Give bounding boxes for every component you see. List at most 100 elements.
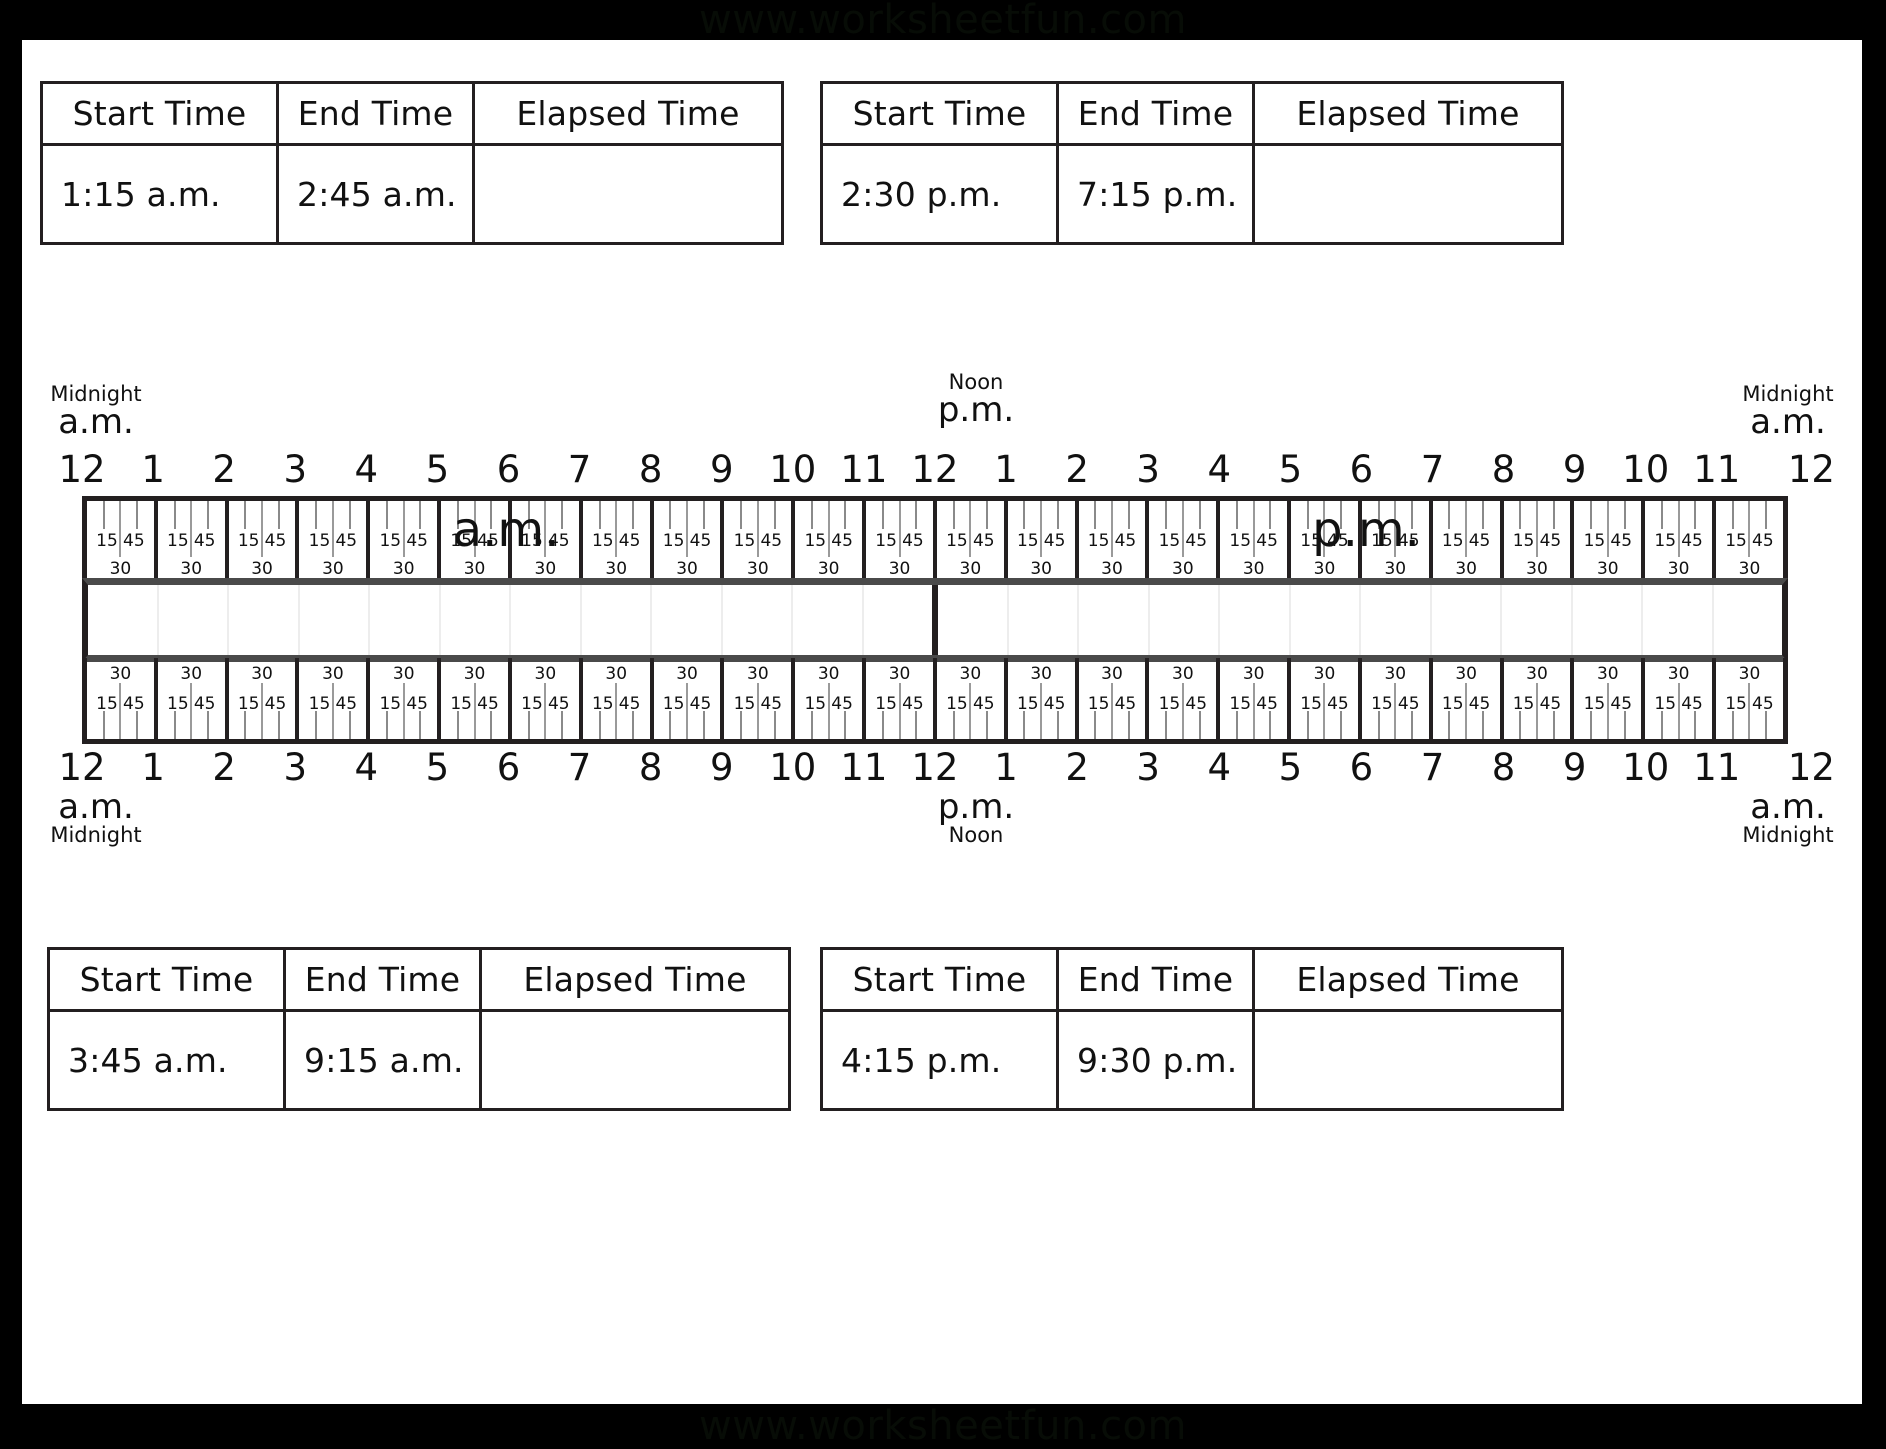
hour-label-text: 8 (638, 448, 663, 491)
minute-label-45: 45 (193, 531, 216, 551)
midband-hour-cell-7 (582, 585, 652, 655)
minute-label-30: 30 (1455, 559, 1477, 579)
quarter-tick-q45 (844, 501, 847, 529)
hour-cell-15: 15 30 45 (1149, 501, 1221, 582)
minute-label-45: 45 (123, 694, 145, 714)
hour-label-text: 1 (141, 448, 165, 491)
quarter-tick-q45 (419, 711, 422, 739)
hour-cell-11: 15 30 45 (866, 658, 937, 739)
hour-label-text: 3 (1136, 448, 1160, 491)
quarter-tick-q15 (1306, 711, 1309, 739)
quarter-tick-q45 (1340, 711, 1343, 739)
minute-label-45: 45 (1610, 531, 1633, 551)
elapsed-time-answer-field[interactable] (1255, 146, 1561, 242)
column-header-start-time: Start Time (50, 950, 286, 1012)
minute-label-45: 45 (123, 531, 145, 551)
table-row: 1:15 a.m. 2:45 a.m. (43, 146, 781, 242)
minute-label-45: 45 (547, 694, 570, 714)
table-row: 2:30 p.m. 7:15 p.m. (823, 146, 1561, 242)
end-time-value: 9:15 a.m. (286, 1012, 482, 1108)
end-time-value: 2:45 a.m. (279, 146, 475, 242)
elapsed-time-answer-field[interactable] (482, 1012, 788, 1108)
minute-label-45: 45 (1539, 694, 1562, 714)
minute-label-30: 30 (1030, 559, 1052, 579)
minute-label-45: 45 (406, 694, 428, 714)
quarter-tick-q15 (386, 501, 389, 529)
minute-label-45: 45 (1043, 531, 1066, 551)
elapsed-time-answer-field[interactable] (1255, 1012, 1561, 1108)
quarter-tick-q15 (1023, 711, 1026, 739)
hour-label-text: 1 (141, 746, 165, 789)
minute-label-30: 30 (109, 559, 132, 579)
midband-hour-cell-16 (1220, 585, 1291, 655)
ruler: 15 30 45 15 30 45 15 30 45 15 30 45 15 30 45 15 30 45 15 30… (82, 496, 1788, 744)
minute-label-45: 45 (1114, 531, 1137, 551)
minute-label-30: 30 (1526, 559, 1548, 579)
timeline-caption-top-noon: Noon p.m. (916, 371, 1036, 431)
timeline-caption-bottom-left: a.m. Midnight (36, 790, 156, 846)
minute-label-30: 30 (463, 664, 486, 684)
minute-label-45: 45 (1327, 531, 1349, 551)
period-label: p.m. (937, 390, 1015, 431)
column-header-start-time: Start Time (43, 84, 279, 146)
hour-label-text: 4 (1207, 746, 1232, 789)
noon-note: Noon (948, 822, 1004, 847)
hour-label-text: 10 (1622, 746, 1670, 789)
minute-label-30: 30 (676, 559, 698, 579)
hour-cell-8: 15 30 45 (654, 501, 725, 582)
midband-hour-cell-3 (300, 585, 370, 655)
hour-label-text: 9 (709, 448, 734, 491)
minute-label-45: 45 (902, 694, 924, 714)
quarter-tick-q45 (136, 711, 139, 739)
minute-label-45: 45 (264, 694, 287, 714)
hour-cell-19: 15 30 45 (1433, 658, 1504, 739)
quarter-tick-q15 (315, 711, 318, 739)
quarter-tick-q15 (598, 711, 601, 739)
quarter-tick-q15 (881, 501, 884, 529)
hour-label-text: 12 (58, 746, 106, 789)
hour-cell-1: 15 30 45 (158, 658, 229, 739)
hour-label-text: 4 (354, 448, 379, 491)
minute-label-30: 30 (1101, 664, 1123, 684)
minute-label-30: 30 (1384, 664, 1407, 684)
hour-cell-22: 15 30 45 (1645, 501, 1717, 582)
minute-label-45: 45 (264, 531, 287, 551)
quarter-tick-q45 (631, 501, 634, 529)
elapsed-time-answer-field[interactable] (475, 146, 781, 242)
quarter-tick-q45 (206, 711, 209, 739)
hour-cell-12: 15 30 45 (937, 501, 1008, 582)
quarter-tick-q15 (1731, 501, 1734, 529)
worksheet-page: www.worksheetfun.com www.worksheetfun.co… (0, 0, 1886, 1449)
minute-label-45: 45 (1752, 531, 1774, 551)
hour-labels-bottom: 12 1 2 3 4 5 6 7 8 9 10 11 12 1 2 3 4 5 6 7 8 9 10 11 12 (58, 746, 1835, 794)
hour-cell-11: 15 30 45 (866, 501, 937, 582)
quarter-tick-q15 (952, 711, 955, 739)
hour-cell-5: 15 30 45 (441, 501, 512, 582)
hour-cell-6: 15 30 45 (512, 658, 583, 739)
midband-hour-cell-19 (1432, 585, 1502, 655)
minute-label-30: 30 (1313, 664, 1336, 684)
quarter-tick-q15 (669, 501, 672, 529)
quarter-tick-q15 (456, 501, 459, 529)
quarter-tick-q45 (1127, 501, 1130, 529)
hour-label-text: 11 (840, 746, 888, 789)
quarter-tick-q45 (915, 711, 918, 739)
quarter-tick-q15 (1590, 501, 1593, 529)
minute-label-30: 30 (1596, 559, 1619, 579)
minute-label-30: 30 (959, 559, 982, 579)
hour-label-text: 7 (567, 448, 592, 491)
minute-label-30: 30 (959, 664, 982, 684)
quarter-tick-q45 (1623, 501, 1626, 529)
hour-cell-21: 15 30 45 (1574, 501, 1646, 582)
watermark-top: www.worksheetfun.com (698, 0, 1187, 43)
quarter-tick-q15 (810, 711, 813, 739)
hour-cell-19: 15 30 45 (1433, 501, 1504, 582)
start-time-value: 2:30 p.m. (823, 146, 1059, 242)
hour-label-text: 2 (1065, 746, 1089, 789)
hour-label-text: 10 (1622, 448, 1670, 491)
minute-label-45: 45 (689, 694, 712, 714)
quarter-tick-q45 (490, 711, 493, 739)
hour-label-text: 11 (1693, 746, 1741, 789)
quarter-tick-q45 (1056, 501, 1059, 529)
minute-label-45: 45 (335, 531, 358, 551)
